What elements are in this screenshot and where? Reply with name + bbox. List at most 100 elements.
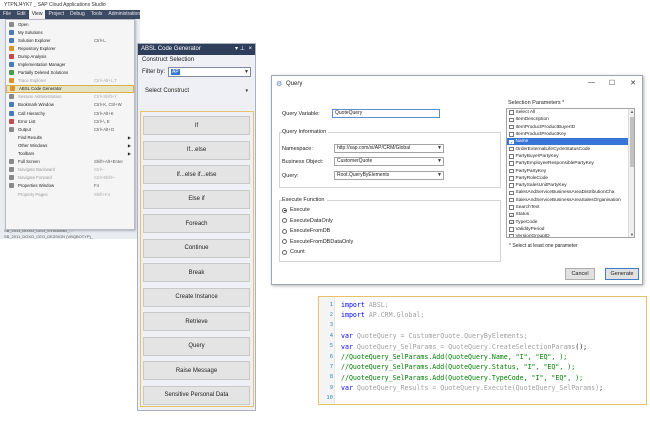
- construct-button[interactable]: Raise Message: [143, 361, 250, 380]
- parameter-item[interactable]: PartySalesUnitPartyKey: [507, 182, 634, 189]
- checkbox[interactable]: [509, 110, 514, 115]
- view-menu-item[interactable]: Bookmark Window Ctrl+K, Ctrl+W: [6, 101, 134, 109]
- view-menu-item[interactable]: Partially Deleted Solutions: [6, 69, 134, 77]
- checkbox[interactable]: ✓: [509, 219, 514, 225]
- business-object-combobox[interactable]: CustomerQuote ▼: [334, 157, 444, 166]
- construct-button[interactable]: Retrieve: [143, 312, 250, 331]
- view-menu-item[interactable]: Navigate Forward Ctrl+Shift+-: [6, 174, 134, 182]
- view-menu-item[interactable]: Property Pages Shift+F4: [6, 190, 134, 198]
- parameter-item[interactable]: ItemProductProductKey: [507, 131, 634, 138]
- execute-option[interactable]: ExecuteFromDB: [282, 228, 330, 234]
- checkbox[interactable]: [509, 234, 514, 237]
- generate-button[interactable]: Generate: [605, 268, 639, 280]
- parameter-item[interactable]: ✓ Status: [507, 211, 634, 218]
- construct-button[interactable]: Else if: [143, 189, 250, 209]
- parameter-item[interactable]: OrderExternalLifeCycleStatusCode: [507, 145, 634, 152]
- parameter-item[interactable]: SalesAndServiceBusinessAreaSalesOrganisa…: [507, 197, 634, 204]
- checkbox[interactable]: [509, 176, 514, 181]
- checkbox[interactable]: [509, 183, 514, 188]
- tree-item[interactable]: SB_2011_DOXO_CEO_DEZSION (VBQBOTYP)_: [4, 234, 144, 240]
- parameter-item[interactable]: ✓ TypeCode: [507, 218, 634, 225]
- radio-button[interactable]: [282, 207, 287, 213]
- code-editor[interactable]: 1 2 3 4 5 6 7 8 9 10 import ABSL; import AP.CRM.Gl…: [318, 296, 647, 405]
- view-menu-item[interactable]: Toolbars ▶: [6, 150, 134, 158]
- menu-tools[interactable]: Tools: [88, 10, 106, 19]
- view-menu-item[interactable]: Repository Explorer: [6, 44, 134, 52]
- selection-parameters-list[interactable]: Select All ItemDescription ItemProductProd…: [506, 108, 635, 238]
- checkbox[interactable]: [509, 124, 514, 130]
- menu-edit[interactable]: Edit: [14, 10, 29, 19]
- menu-view[interactable]: View: [28, 10, 46, 19]
- view-menu-item[interactable]: Full Screen Shift+Alt+Enter: [6, 158, 134, 166]
- namespace-combobox[interactable]: http://sap.com/xi/AP/CRM/Global ▼: [334, 144, 444, 153]
- chevron-down-icon[interactable]: ▼: [244, 68, 249, 76]
- view-menu-item[interactable]: My Solutions: [6, 28, 134, 36]
- radio-button[interactable]: [282, 228, 287, 234]
- close-icon[interactable]: ✕: [630, 79, 636, 87]
- construct-button[interactable]: If: [143, 116, 250, 135]
- parameter-item[interactable]: PartyPartyKey: [507, 167, 634, 174]
- query-combobox[interactable]: Root.QueryByElements ▼: [334, 171, 444, 180]
- parameter-item[interactable]: ValidityPeriod: [507, 226, 634, 233]
- scroll-up-icon[interactable]: ▲: [629, 109, 634, 114]
- checkbox[interactable]: ✓: [509, 139, 514, 145]
- minimize-icon[interactable]: —: [588, 79, 595, 86]
- view-menu-item[interactable]: Open: [6, 20, 134, 28]
- construct-button[interactable]: If...else if...else: [143, 165, 250, 184]
- view-menu-item[interactable]: Solution Explorer Ctrl+L: [6, 36, 134, 44]
- view-menu-item[interactable]: Implementation Manager: [6, 60, 134, 68]
- cancel-button[interactable]: Cancel: [565, 268, 595, 280]
- parameter-item[interactable]: SearchText: [507, 204, 634, 211]
- parameter-item[interactable]: Select All: [507, 109, 634, 116]
- radio-button[interactable]: [282, 239, 287, 244]
- chevron-down-icon[interactable]: ▼: [437, 172, 442, 179]
- checkbox[interactable]: [509, 205, 514, 210]
- checkbox[interactable]: ✓: [509, 212, 514, 218]
- execute-option[interactable]: Count: [282, 249, 305, 255]
- construct-button[interactable]: Foreach: [143, 214, 250, 233]
- checkbox[interactable]: [509, 197, 514, 203]
- parameter-item[interactable]: PartyRoleCode: [507, 175, 634, 182]
- parameter-item[interactable]: SalesAndServiceBusinessAreaDistributionC…: [507, 189, 634, 196]
- parameter-item[interactable]: VersionGroupID: [507, 233, 634, 237]
- radio-button[interactable]: [282, 249, 287, 255]
- query-variable-input[interactable]: QuoteQuery: [332, 109, 440, 118]
- construct-button[interactable]: Break: [143, 263, 250, 282]
- checkbox[interactable]: [509, 117, 514, 123]
- parameter-item[interactable]: ItemDescription: [507, 116, 634, 123]
- checkbox[interactable]: [509, 146, 514, 152]
- construct-button[interactable]: Create Instance: [143, 287, 250, 307]
- parameter-scrollbar[interactable]: ▲ ▼: [628, 109, 634, 237]
- view-menu-item[interactable]: Trace Explorer Ctrl+Alt+L,T: [6, 77, 134, 85]
- execute-option[interactable]: ExecuteDataOnly: [282, 218, 333, 224]
- view-menu-item[interactable]: Find Results ▶: [6, 133, 134, 141]
- execute-option[interactable]: Execute: [282, 207, 310, 213]
- scroll-thumb[interactable]: [630, 117, 634, 167]
- parameter-item[interactable]: ✓ Name: [507, 138, 634, 146]
- checkbox[interactable]: [509, 132, 514, 137]
- menu-file[interactable]: File: [0, 10, 14, 19]
- parameter-item[interactable]: PartyBuyerPartyKey: [507, 153, 634, 160]
- autohide-icon[interactable]: ⊥: [240, 44, 245, 55]
- view-menu-item[interactable]: Dump Analysis: [6, 52, 134, 60]
- scroll-down-icon[interactable]: ▼: [629, 232, 634, 237]
- view-menu-item[interactable]: Error List Ctrl+\, E: [6, 117, 134, 125]
- construct-button[interactable]: Query: [143, 336, 250, 356]
- parameter-item[interactable]: PartyEmployeeResponsiblePartyKey: [507, 160, 634, 167]
- checkbox[interactable]: [509, 227, 514, 232]
- execute-option[interactable]: ExecuteFromDBDataOnly: [282, 239, 353, 245]
- view-menu-item[interactable]: Properties Window F4: [6, 182, 134, 190]
- checkbox[interactable]: [509, 154, 514, 159]
- chevron-down-icon[interactable]: ▼: [437, 145, 442, 152]
- construct-button[interactable]: Continue: [143, 238, 250, 258]
- select-construct-dropdown[interactable]: Select Construct ▾: [142, 85, 251, 97]
- filter-combobox[interactable]: AP ▼: [168, 67, 251, 77]
- checkbox[interactable]: [509, 168, 514, 174]
- parameter-item[interactable]: ItemProductProductBuyerID: [507, 124, 634, 131]
- radio-button[interactable]: [282, 218, 287, 223]
- maximize-icon[interactable]: ☐: [609, 79, 615, 87]
- close-icon[interactable]: ×: [248, 44, 252, 55]
- checkbox[interactable]: [509, 161, 514, 166]
- menu-administration[interactable]: Administration: [105, 10, 143, 19]
- chevron-down-icon[interactable]: ▼: [437, 158, 442, 165]
